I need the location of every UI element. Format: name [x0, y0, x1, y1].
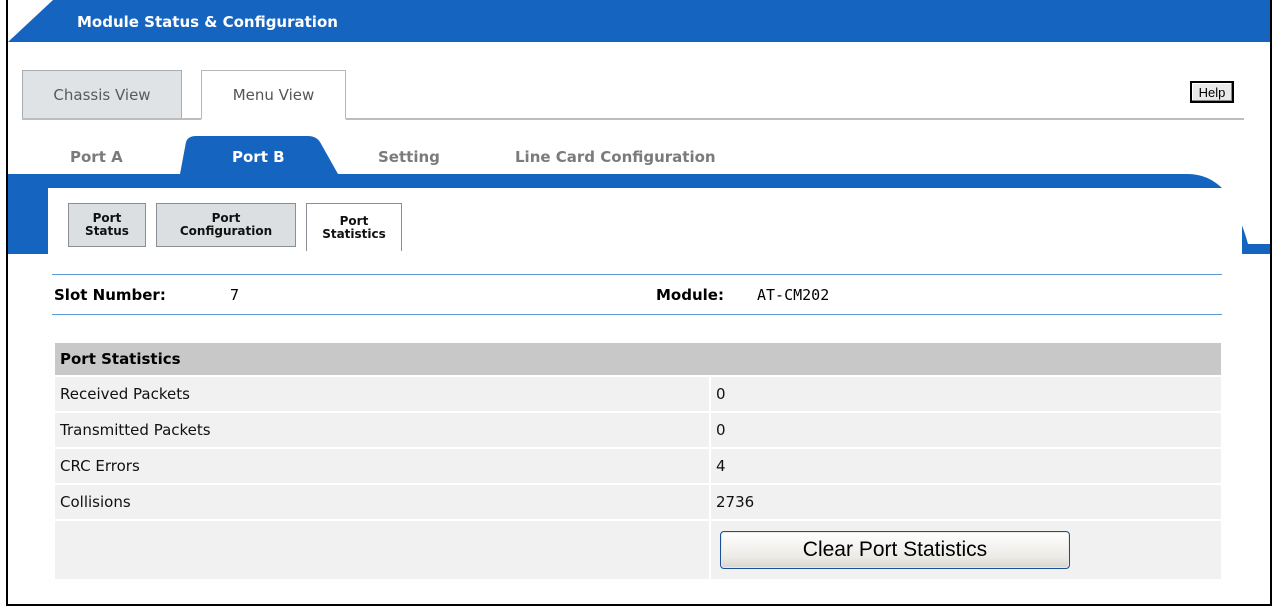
- subtab-port-statistics-label: Port Statistics: [322, 213, 386, 241]
- stat-value: 4: [709, 447, 1221, 483]
- table-heading: Port Statistics: [55, 343, 1221, 375]
- subtab-port-status-label: Port Status: [85, 211, 129, 238]
- tab-port-a[interactable]: Port A: [70, 148, 123, 166]
- title-bar: Module Status & Configuration: [8, 0, 1270, 42]
- page-title: Module Status & Configuration: [77, 13, 338, 31]
- stat-value: 0: [709, 411, 1221, 447]
- table-header-row: Port Statistics: [55, 343, 1221, 375]
- table-row: Transmitted Packets 0: [55, 411, 1221, 447]
- tab-line-card-configuration[interactable]: Line Card Configuration: [515, 148, 716, 166]
- table-row: CRC Errors 4: [55, 447, 1221, 483]
- table-row: Collisions 2736: [55, 483, 1221, 519]
- stat-value: 2736: [709, 483, 1221, 519]
- slot-number-value: 7: [230, 286, 240, 304]
- subtab-port-configuration[interactable]: Port Configuration: [156, 203, 296, 247]
- module-value: AT-CM202: [757, 286, 830, 304]
- divider-bottom: [52, 314, 1222, 315]
- app-frame: Module Status & Configuration Chassis Vi…: [6, 0, 1272, 606]
- tab-port-b[interactable]: Port B: [232, 148, 285, 166]
- stat-label: CRC Errors: [55, 447, 709, 483]
- module-label: Module:: [656, 286, 724, 304]
- port-statistics-table: Port Statistics Received Packets 0 Trans…: [55, 343, 1221, 579]
- clear-port-statistics-button[interactable]: Clear Port Statistics: [720, 531, 1070, 569]
- tab-setting[interactable]: Setting: [378, 148, 440, 166]
- view-tabs: Chassis View Menu View: [22, 68, 1244, 120]
- stat-label: Collisions: [55, 483, 709, 519]
- table-row: Received Packets 0: [55, 375, 1221, 411]
- subtab-port-status[interactable]: Port Status: [68, 203, 146, 247]
- content-panel: Port Status Port Configuration Port Statist…: [48, 188, 1242, 604]
- empty-cell: [55, 519, 709, 579]
- stat-value: 0: [709, 375, 1221, 411]
- stat-label: Transmitted Packets: [55, 411, 709, 447]
- tab-chassis-view[interactable]: Chassis View: [22, 70, 182, 118]
- stat-label: Received Packets: [55, 375, 709, 411]
- divider-top: [52, 274, 1222, 275]
- slot-number-label: Slot Number:: [54, 286, 166, 304]
- tab-menu-view[interactable]: Menu View: [201, 70, 346, 120]
- help-button[interactable]: Help: [1190, 81, 1234, 103]
- table-row-actions: Clear Port Statistics: [55, 519, 1221, 579]
- subtab-port-statistics[interactable]: Port Statistics: [306, 203, 402, 251]
- subtab-port-configuration-label: Port Configuration: [179, 211, 273, 238]
- action-cell: Clear Port Statistics: [709, 519, 1221, 579]
